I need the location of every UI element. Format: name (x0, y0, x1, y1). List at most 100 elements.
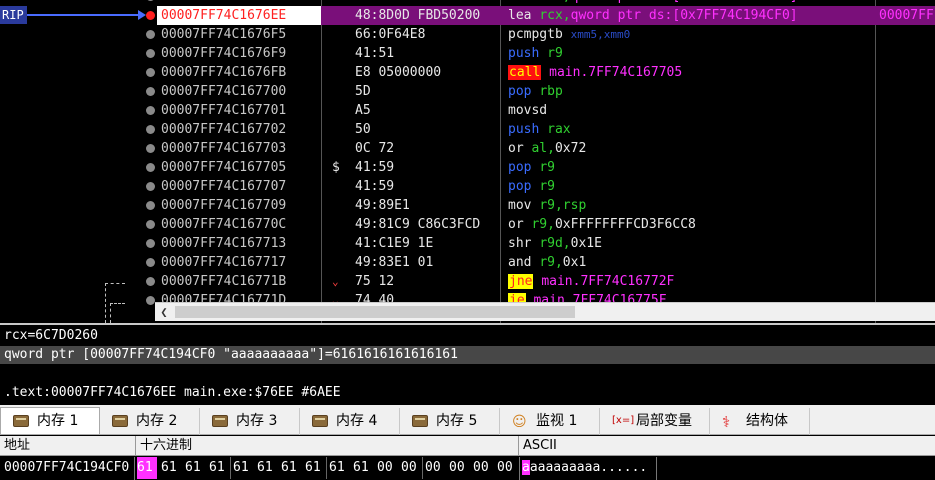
breakpoint-dot-icon[interactable] (146, 68, 155, 77)
disasm-row[interactable]: 00007FF74C167713 41:C1E9 1E shr r9d,0x1E (157, 234, 935, 253)
instruction-operand: 0x72 (554, 141, 587, 156)
instruction-text: mov r9,rsp (508, 196, 586, 215)
tab-memory-5[interactable]: 内存 5 (400, 408, 500, 435)
disasm-row[interactable]: 00007FF74C167705 $41:59 pop r9 (157, 158, 935, 177)
instruction-mnemonic: push (508, 46, 540, 61)
instruction-mnemonic: jne (508, 274, 534, 289)
breakpoint-dot-icon[interactable] (146, 220, 155, 229)
disasm-row[interactable]: 00007FF74C167700 5D pop rbp (157, 82, 935, 101)
column-header-hex[interactable]: 十六进制 (136, 436, 519, 456)
breakpoint-dot-icon[interactable] (146, 144, 155, 153)
breakpoint-dot-icon[interactable] (146, 182, 155, 191)
instruction-mnemonic: movsd (508, 103, 548, 118)
tab-watch[interactable]: ☺ 监视 1 (500, 408, 600, 435)
disasm-row[interactable]: 00007FF74C167701 A5 movsd (157, 101, 935, 120)
disasm-row[interactable]: 00007FF74C16771B ⌄ 75 12 jne main.7FF74C167… (157, 272, 935, 291)
instruction-operand: r9d, (539, 236, 571, 251)
watch-icon: ☺ (512, 414, 527, 430)
instruction-mnemonic: pop (508, 84, 532, 99)
disasm-row[interactable]: 00007FF74C1676F5 66:0F64E8 pcmpgtb xmm5,xm… (157, 25, 935, 44)
instruction-text: pop r9 (508, 177, 555, 196)
dump-header: 地址 十六进制 ASCII (0, 436, 935, 456)
tab-label: 内存 4 (336, 413, 378, 429)
instruction-bytes: 0C 72 (355, 141, 395, 156)
tab-locals[interactable]: [x=] 局部变量 (600, 408, 710, 435)
instruction-mnemonic: call (508, 65, 542, 80)
tab-label: 内存 1 (37, 413, 79, 429)
hex-byte[interactable]: 61 (353, 457, 377, 479)
breakpoint-dot-icon[interactable] (146, 277, 155, 286)
hex-byte[interactable]: 61 (185, 457, 209, 479)
instruction-bytes: 48:8D0D FBD50200 (355, 8, 481, 23)
scrollbar-thumb[interactable] (175, 306, 575, 318)
hex-byte[interactable]: 61 (161, 457, 185, 479)
hex-byte[interactable]: 00 (473, 457, 497, 479)
breakpoint-dot-icon[interactable] (146, 239, 155, 248)
tab-struct[interactable]: ⚕ 结构体 (710, 408, 810, 435)
memory-dump[interactable]: 地址 十六进制 ASCII 00007FF74C194CF0 61 61 61 61 6… (0, 436, 935, 480)
ascii-selected-char[interactable]: a (522, 460, 530, 475)
dump-row-ascii[interactable]: aaaaaaaaaa...... (522, 457, 647, 479)
tab-memory-3[interactable]: 内存 3 (200, 408, 300, 435)
hex-byte[interactable]: 00 (497, 457, 521, 479)
hex-byte[interactable]: 00 (449, 457, 473, 479)
instruction-bytes: E8 05000000 (355, 65, 442, 80)
instruction-address: 00007FF74C167705 (161, 160, 287, 175)
hex-byte[interactable]: 00 (425, 457, 449, 479)
breakpoint-dot-icon[interactable] (146, 106, 155, 115)
hex-byte[interactable]: 61 (233, 457, 257, 479)
column-header-address[interactable]: 地址 (0, 436, 136, 456)
instruction-address: 00007FF74C167717 (161, 255, 287, 270)
instruction-address: 00007FF74C16771B (161, 274, 287, 289)
instruction-bytes: 75 12 (355, 274, 395, 289)
ascii-rest[interactable]: aaaaaaaaa...... (530, 460, 647, 475)
disasm-row-current[interactable]: 00007FF74C1676EE 48:8D0D FBD50200 lea rcx,… (157, 6, 935, 25)
instruction-address: 00007FF74C167703 (161, 141, 287, 156)
breakpoint-dot-icon[interactable] (146, 49, 155, 58)
instruction-mnemonic: or (508, 217, 524, 232)
disasm-gutter[interactable]: RIP (0, 0, 157, 323)
disasm-row[interactable]: 00007FF74C167702 50 push rax (157, 120, 935, 139)
tab-label: 内存 2 (136, 413, 178, 429)
breakpoint-dot-icon[interactable] (146, 30, 155, 39)
disasm-row[interactable]: 00007FF74C16770C 49:81C9 C86C3FCD or r9,0x… (157, 215, 935, 234)
hex-byte[interactable]: 61 (281, 457, 305, 479)
hex-byte[interactable]: 61 (329, 457, 353, 479)
hex-byte[interactable]: 61 (257, 457, 281, 479)
dump-row-address[interactable]: 00007FF74C194CF0 (4, 457, 129, 479)
hex-byte[interactable]: 00 (377, 457, 401, 479)
disassembly-view[interactable]: RIP 00007FF74C1676E748:8D05 D6EA0200add … (0, 0, 935, 323)
instruction-text: or al,0x72 (508, 139, 586, 158)
horizontal-scrollbar[interactable]: ❮ (155, 302, 935, 321)
disasm-row[interactable]: 00007FF74C1676F9 41:51 push r9 (157, 44, 935, 63)
tab-memory-1[interactable]: 内存 1 (0, 407, 100, 434)
breakpoint-dot-icon[interactable] (146, 125, 155, 134)
scroll-left-icon[interactable]: ❮ (155, 303, 173, 322)
instruction-mnemonic: lea (508, 8, 532, 23)
instruction-operand: rax (547, 122, 571, 137)
disasm-row[interactable]: 00007FF74C1676FB E8 05000000 call main.7FF… (157, 63, 935, 82)
instruction-mnemonic: push (508, 122, 540, 137)
disasm-row[interactable]: 00007FF74C167707 41:59 pop r9 (157, 177, 935, 196)
dump-row-hex[interactable]: 61 61 61 61 61 61 61 61 61 61 00 00 00 00 00 00 (137, 457, 521, 479)
hex-byte-selected[interactable]: 61 (137, 457, 157, 479)
breakpoint-dot-icon[interactable] (146, 163, 155, 172)
rip-arrow-head-icon (138, 10, 146, 20)
breakpoint-dot-icon[interactable] (146, 296, 155, 305)
column-header-ascii[interactable]: ASCII (519, 436, 935, 456)
instruction-address: 00007FF74C1676F9 (161, 46, 287, 61)
dump-row[interactable]: 00007FF74C194CF0 61 61 61 61 61 61 61 61 61 61 00 0… (0, 457, 935, 480)
disasm-row[interactable]: 00007FF74C167709 49:89E1 mov r9,rsp (157, 196, 935, 215)
breakpoint-dot-icon[interactable] (146, 258, 155, 267)
disasm-row[interactable]: 00007FF74C167717 49:83E1 01 and r9,0x1 (157, 253, 935, 272)
tab-memory-2[interactable]: 内存 2 (100, 408, 200, 435)
breakpoint-dot-icon[interactable] (146, 201, 155, 210)
breakpoint-active-icon[interactable] (146, 11, 155, 20)
struct-icon: ⚕ (722, 413, 731, 431)
disasm-row[interactable]: 00007FF74C167703 0C 72 or al,0x72 (157, 139, 935, 158)
tab-label: 局部变量 (636, 413, 692, 429)
breakpoint-dot-icon[interactable] (146, 87, 155, 96)
breakpoint-dot-icon[interactable] (146, 0, 155, 1)
instruction-bytes: 41:51 (355, 46, 395, 61)
tab-memory-4[interactable]: 内存 4 (300, 408, 400, 435)
